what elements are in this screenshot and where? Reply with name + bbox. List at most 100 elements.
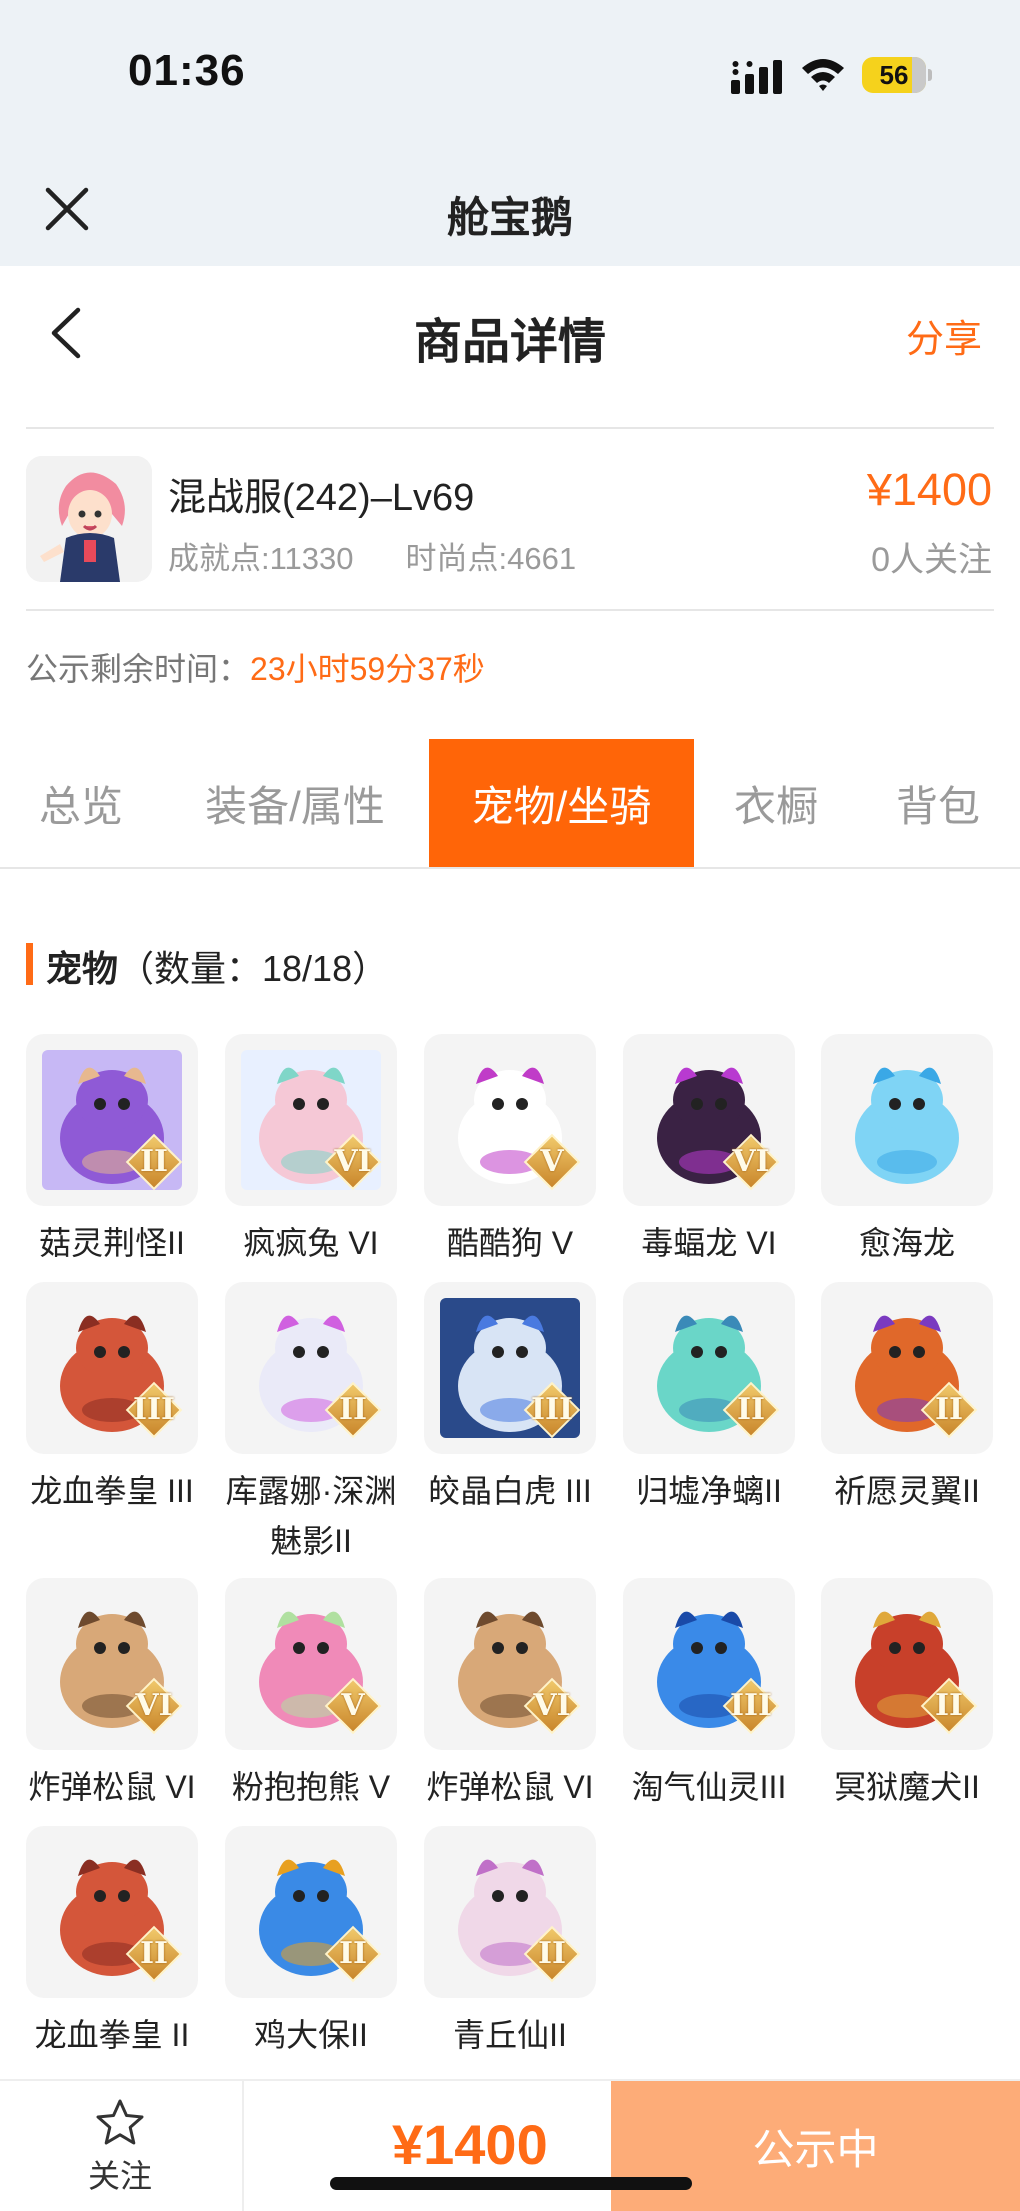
product-stats: 成就点:11330 时尚点:4661 (168, 533, 576, 578)
pet-item[interactable]: II 青丘仙II (424, 1826, 596, 2060)
pet-name: 祈愿灵翼II (834, 1473, 980, 1509)
pet-thumbnail: II (821, 1282, 993, 1454)
pet-item[interactable]: 愈海龙 (821, 1034, 993, 1268)
pet-name: 龙血拳皇 III (30, 1473, 194, 1509)
rank-badge: VI (722, 1133, 780, 1191)
rank-label: VI (135, 1688, 173, 1723)
pet-item[interactable]: II 鸡大保II (225, 1826, 397, 2060)
pet-name: 库露娜·深渊魅影II (225, 1473, 397, 1559)
rank-badge: VI (324, 1133, 382, 1191)
pet-name: 淘气仙灵III (631, 1769, 787, 1805)
pet-thumbnail: VI (26, 1578, 198, 1750)
rank-badge: III (125, 1381, 183, 1439)
pet-item[interactable]: VI 炸弹松鼠 VI (26, 1578, 198, 1812)
divider (26, 609, 994, 611)
battery-indicator: 56 (862, 57, 932, 93)
pet-name: 菇灵荆怪II (39, 1225, 185, 1261)
rank-badge: II (125, 1925, 183, 1983)
pet-name: 鸡大保II (254, 2017, 368, 2053)
pet-item[interactable]: II 龙血拳皇 II (26, 1826, 198, 2060)
pet-thumbnail: VI (424, 1578, 596, 1750)
rank-label: III (132, 1392, 176, 1427)
rank-label: II (338, 1392, 368, 1427)
tab-overview[interactable]: 总览 (0, 739, 162, 867)
pet-name: 归墟净螭II (636, 1473, 782, 1509)
pet-name: 炸弹松鼠 VI (28, 1769, 196, 1805)
pet-name: 青丘仙II (453, 2017, 567, 2053)
rank-label: III (530, 1392, 574, 1427)
rank-label: III (729, 1688, 773, 1723)
publicity-status-button[interactable]: 公示中 (611, 2081, 1020, 2211)
rank-badge: II (324, 1925, 382, 1983)
pet-item[interactable]: II 归墟净螭II (623, 1282, 795, 1516)
pet-item[interactable]: V 酷酷狗 V (424, 1034, 596, 1268)
pet-portrait-icon (837, 1050, 977, 1190)
tab-equipment[interactable]: 装备/属性 (188, 739, 402, 867)
rank-label: II (537, 1936, 567, 1971)
cellular-signal-icon (731, 60, 782, 94)
pet-item[interactable]: III 淘气仙灵III (623, 1578, 795, 1812)
rank-badge: III (722, 1677, 780, 1735)
pet-thumbnail: VI (623, 1034, 795, 1206)
countdown-label: 公示剩余时间： (26, 651, 251, 687)
pet-name: 酷酷狗 V (446, 1225, 574, 1261)
pet-thumbnail: II (225, 1826, 397, 1998)
pet-name: 龙血拳皇 II (34, 2017, 190, 2053)
rank-label: V (341, 1688, 365, 1723)
tab-pets-mounts[interactable]: 宠物/坐骑 (429, 739, 694, 867)
section-name: 宠物 (46, 948, 119, 989)
pet-thumbnail: V (424, 1034, 596, 1206)
pet-item[interactable]: VI 毒蝠龙 VI (623, 1034, 795, 1268)
follow-label: 关注 (87, 2158, 152, 2194)
pet-item[interactable]: VI 炸弹松鼠 VI (424, 1578, 596, 1812)
pet-thumbnail: II (623, 1282, 795, 1454)
pet-item[interactable]: VI 疯疯兔 VI (225, 1034, 397, 1268)
pet-item[interactable]: II 冥狱魔犬II (821, 1578, 993, 1812)
rank-badge: II (324, 1381, 382, 1439)
follow-button[interactable]: 关注 (60, 2097, 180, 2197)
share-button[interactable]: 分享 (906, 308, 982, 363)
rank-label: V (540, 1144, 564, 1179)
pet-item[interactable]: II 库露娜·深渊魅影II (225, 1282, 397, 1566)
pet-item[interactable]: III 皎晶白虎 III (424, 1282, 596, 1516)
pet-name: 炸弹松鼠 VI (426, 1769, 594, 1805)
product-name: 混战服(242)–Lv69 (168, 477, 475, 519)
bottom-divider (242, 2081, 244, 2211)
section-count: （数量：18/18） (118, 948, 389, 989)
star-icon (96, 2099, 144, 2145)
divider (26, 427, 994, 429)
app-title: 舱宝鹅 (446, 194, 573, 241)
pet-item[interactable]: V 粉抱抱熊 V (225, 1578, 397, 1812)
pet-item[interactable]: II 菇灵荆怪II (26, 1034, 198, 1268)
rank-badge: V (523, 1133, 581, 1191)
rank-label: II (736, 1392, 766, 1427)
rank-label: II (934, 1392, 964, 1427)
pet-name: 粉抱抱熊 V (231, 1769, 391, 1805)
wifi-icon (802, 59, 844, 91)
tab-backpack[interactable]: 背包 (878, 739, 998, 867)
home-indicator[interactable] (330, 2177, 692, 2190)
pet-thumbnail: II (424, 1826, 596, 1998)
pet-thumbnail: III (26, 1282, 198, 1454)
rank-label: VI (533, 1688, 571, 1723)
pet-name: 毒蝠龙 VI (641, 1225, 777, 1261)
pet-thumbnail: II (821, 1578, 993, 1750)
achievement-points: 成就点:11330 (168, 541, 354, 576)
tab-wardrobe[interactable]: 衣橱 (718, 739, 834, 867)
status-time: 01:36 (128, 46, 246, 95)
rank-badge: II (920, 1677, 978, 1735)
countdown-value: 23小时59分37秒 (250, 651, 485, 687)
rank-label: II (338, 1936, 368, 1971)
pet-thumbnail: II (225, 1282, 397, 1454)
pet-thumbnail (821, 1034, 993, 1206)
rank-badge: VI (125, 1677, 183, 1735)
pet-thumbnail: VI (225, 1034, 397, 1206)
pet-item[interactable]: III 龙血拳皇 III (26, 1282, 198, 1516)
pet-name: 愈海龙 (858, 1225, 955, 1261)
pet-thumbnail: II (26, 1034, 198, 1206)
pet-name: 疯疯兔 VI (243, 1225, 379, 1261)
rank-badge: V (324, 1677, 382, 1735)
pet-thumbnail: II (26, 1826, 198, 1998)
pet-item[interactable]: II 祈愿灵翼II (821, 1282, 993, 1516)
rank-badge: II (920, 1381, 978, 1439)
